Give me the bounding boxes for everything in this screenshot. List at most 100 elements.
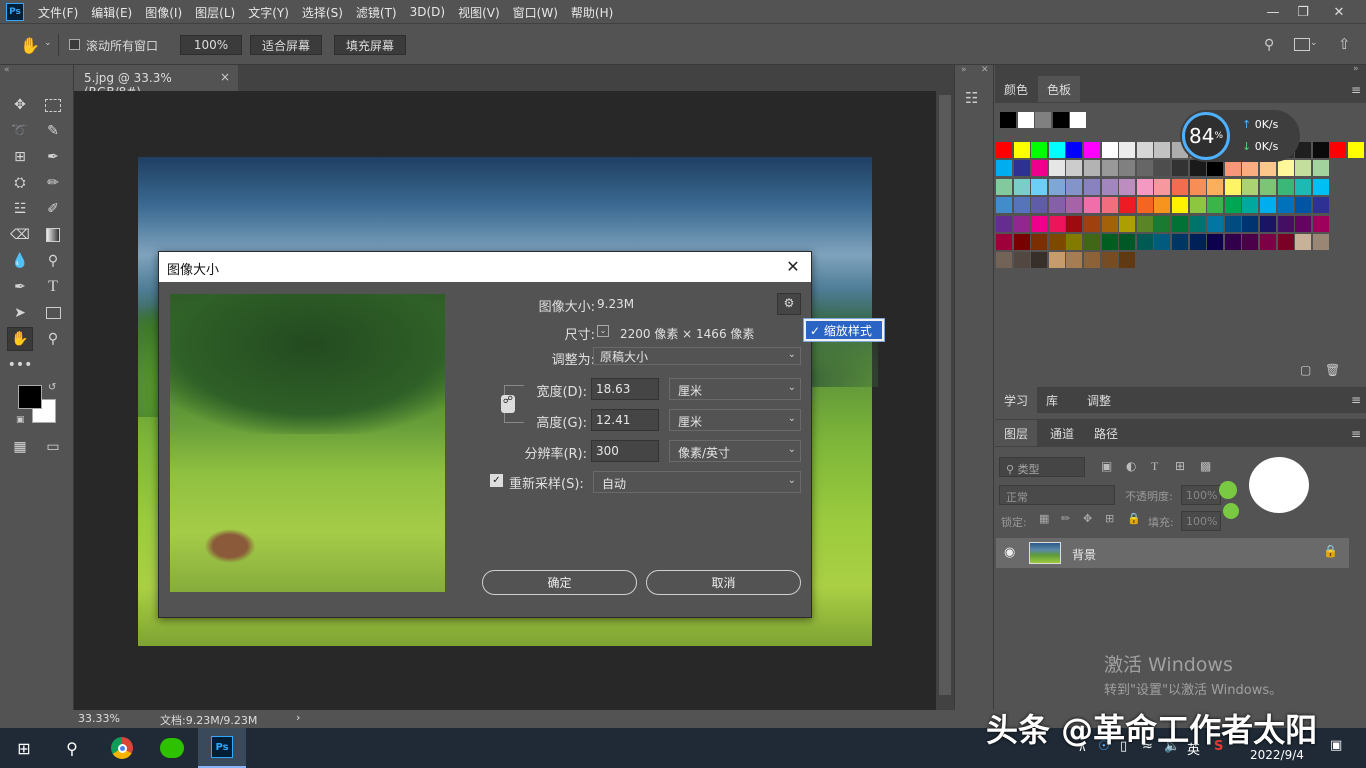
color-swatch[interactable] (1066, 215, 1083, 232)
resample-select[interactable]: 自动 ⌄ (593, 471, 801, 493)
windows-start-icon[interactable]: ⊞ (0, 728, 48, 768)
color-swatch[interactable] (996, 234, 1012, 250)
tab-learn[interactable]: 学习 (995, 387, 1037, 413)
resolution-unit-select[interactable]: 像素/英寸 ⌄ (669, 440, 801, 462)
color-swatch[interactable] (1295, 178, 1312, 195)
color-swatch[interactable] (1119, 178, 1136, 195)
color-swatch[interactable] (1031, 160, 1048, 177)
color-swatch[interactable] (1031, 252, 1048, 269)
color-swatch[interactable] (1136, 160, 1153, 177)
color-swatch[interactable] (1048, 252, 1065, 269)
color-swatch[interactable] (996, 160, 1012, 177)
tab-channels[interactable]: 通道 (1041, 420, 1083, 446)
color-swatch[interactable] (1207, 160, 1224, 177)
resolution-input[interactable]: 300 (591, 440, 659, 462)
color-swatch[interactable] (1172, 178, 1188, 195)
color-swatch[interactable] (1052, 112, 1069, 128)
color-swatch[interactable] (1277, 215, 1294, 232)
color-swatch[interactable] (1260, 197, 1276, 214)
color-swatch[interactable] (1295, 234, 1312, 250)
color-swatch[interactable] (1031, 197, 1048, 214)
document-tab[interactable]: 5.jpg @ 33.3%(RGB/8#) × (74, 65, 238, 99)
default-colors-icon[interactable]: ▣ (16, 415, 25, 425)
color-swatch[interactable] (1136, 142, 1153, 158)
path-select-tool-icon[interactable]: ➤ (7, 301, 33, 325)
gear-icon[interactable]: ⚙ (777, 293, 801, 315)
color-swatch[interactable] (1207, 215, 1224, 232)
close-icon[interactable]: ✕ (981, 65, 989, 75)
chrome-icon[interactable] (98, 728, 146, 768)
color-swatch[interactable] (1172, 215, 1188, 232)
color-swatch[interactable] (1000, 112, 1016, 128)
collapse-icon[interactable]: « (4, 65, 10, 75)
zoom-tool-icon[interactable]: ⚲ (40, 327, 66, 351)
color-swatch[interactable] (1119, 215, 1136, 232)
more-tools-icon[interactable]: ••• (7, 353, 33, 377)
close-icon[interactable]: ✕ (783, 257, 803, 277)
menu-file[interactable]: 文件(F) (38, 4, 78, 21)
scroll-all-checkbox[interactable] (69, 39, 80, 50)
hand-tool-icon[interactable]: ✋ (7, 327, 33, 351)
menu-image[interactable]: 图像(I) (145, 4, 182, 21)
color-swatch[interactable] (1048, 215, 1065, 232)
tab-libraries[interactable]: 库 (1037, 387, 1067, 413)
color-swatch[interactable] (1224, 234, 1241, 250)
menu-window[interactable]: 窗口(W) (513, 4, 558, 21)
height-input[interactable]: 12.41 (591, 409, 659, 431)
color-swatch[interactable] (1242, 197, 1259, 214)
resample-checkbox[interactable]: ✓ (490, 474, 503, 487)
filter-shape-icon[interactable]: ⊞ (1175, 459, 1185, 473)
color-swatch[interactable] (1119, 234, 1136, 250)
vertical-scrollbar[interactable] (936, 91, 954, 710)
color-swatch[interactable] (1066, 234, 1083, 250)
color-swatch[interactable] (1084, 178, 1100, 195)
color-swatch[interactable] (1013, 178, 1030, 195)
menu-layer[interactable]: 图层(L) (195, 4, 235, 21)
color-swatch[interactable] (1348, 142, 1364, 158)
color-swatch[interactable] (1312, 215, 1329, 232)
move-tool-icon[interactable]: ✥ (7, 93, 33, 117)
quick-mask-icon[interactable]: ▦ (7, 435, 33, 459)
color-swatch[interactable] (1048, 142, 1065, 158)
collapse-icon[interactable]: » (1353, 64, 1359, 74)
color-swatch[interactable] (1013, 160, 1030, 177)
fill-screen-button[interactable]: 填充屏幕 (334, 35, 406, 55)
cancel-button[interactable]: 取消 (646, 570, 801, 595)
rectangle-tool-icon[interactable] (40, 301, 66, 325)
clone-stamp-tool-icon[interactable]: ☳ (7, 197, 33, 221)
color-swatch[interactable] (1136, 197, 1153, 214)
new-swatch-icon[interactable]: ▢ (1300, 363, 1311, 377)
color-swatch[interactable] (1312, 178, 1329, 195)
color-swatch[interactable] (1312, 234, 1329, 250)
color-swatch[interactable] (1013, 197, 1030, 214)
tab-color[interactable]: 颜色 (995, 76, 1037, 102)
color-swatch[interactable] (1084, 197, 1100, 214)
color-swatch[interactable] (1048, 178, 1065, 195)
color-swatch[interactable] (1312, 160, 1329, 177)
color-swatch[interactable] (1189, 160, 1206, 177)
photoshop-taskbar-icon[interactable]: Ps (198, 728, 246, 768)
filter-adjustment-icon[interactable]: ◐ (1126, 459, 1136, 473)
color-swatch[interactable] (1013, 142, 1030, 158)
expand-icon[interactable]: » (961, 65, 967, 75)
color-swatch[interactable] (1048, 160, 1065, 177)
color-swatch[interactable] (1066, 178, 1083, 195)
lasso-tool-icon[interactable]: ➰ (7, 119, 33, 143)
color-swatch[interactable] (1242, 160, 1259, 177)
color-swatch[interactable] (1242, 178, 1259, 195)
share-icon[interactable]: ⇧ (1338, 35, 1351, 53)
color-swatch[interactable] (1119, 142, 1136, 158)
tab-layers[interactable]: 图层 (995, 420, 1037, 446)
color-swatch[interactable] (1242, 234, 1259, 250)
layer-name[interactable]: 背景 (1072, 546, 1096, 563)
minimize-icon[interactable]: — (1258, 0, 1288, 24)
color-swatch[interactable] (1260, 160, 1276, 177)
color-swatch[interactable] (1189, 215, 1206, 232)
color-swatch[interactable] (1312, 197, 1329, 214)
menu-view[interactable]: 视图(V) (458, 4, 500, 21)
close-icon[interactable]: ✕ (1324, 0, 1354, 24)
type-tool-icon[interactable]: T (40, 275, 66, 299)
panel-menu-icon[interactable]: ≡ (1351, 427, 1361, 441)
scale-styles-menu-item[interactable]: ✓ 缩放样式 (806, 321, 882, 339)
color-swatch[interactable] (1295, 160, 1312, 177)
